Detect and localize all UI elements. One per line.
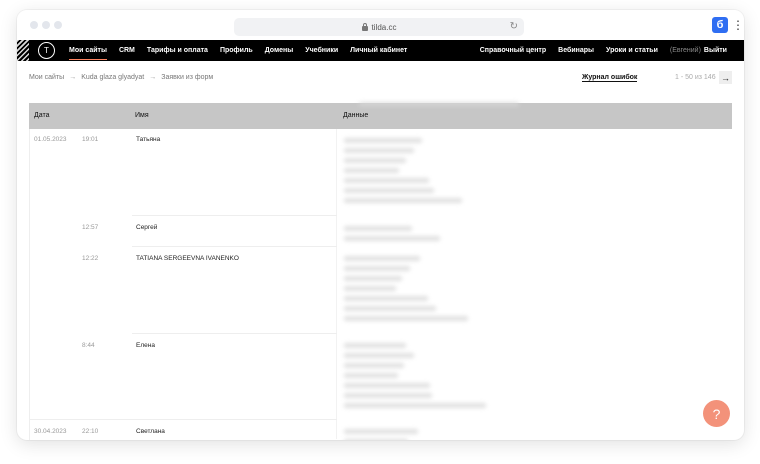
table-row[interactable]: 01.05.2023 19:01 Татьяна (29, 129, 732, 216)
blurred-data (344, 393, 432, 398)
row-date: 01.05.2023 (34, 136, 67, 143)
nav-tutorials[interactable]: Учебники (305, 47, 338, 54)
url-text: tilda.cc (371, 22, 397, 32)
nav-lessons[interactable]: Уроки и статьи (606, 47, 658, 54)
address-bar[interactable]: tilda.cc ↻ (234, 18, 524, 36)
window-minimize-dot[interactable] (42, 21, 50, 29)
extension-icon[interactable]: б (712, 17, 728, 33)
header-date[interactable]: Дата (34, 112, 50, 119)
row-time: 22:10 (82, 428, 99, 435)
blurred-data (344, 236, 440, 241)
tilda-logo[interactable]: T (38, 42, 55, 59)
blurred-data (344, 429, 418, 434)
blurred-data (344, 383, 430, 388)
breadcrumb-site[interactable]: Kuda glaza glyadyat (81, 74, 144, 81)
reload-icon[interactable]: ↻ (510, 21, 518, 32)
row-time: 12:22 (82, 255, 99, 262)
breadcrumb-current: Заявки из форм (161, 74, 214, 81)
next-page-button[interactable]: → (719, 71, 732, 84)
blurred-data (344, 316, 468, 321)
row-time: 19:01 (82, 136, 99, 143)
nav-my-sites[interactable]: Мои сайты (69, 47, 107, 60)
table-row[interactable]: 30.04.2023 22:10 Светлана (29, 420, 732, 440)
blurred-data (344, 148, 414, 153)
blurred-data (344, 353, 414, 358)
row-time: 12:57 (82, 224, 99, 231)
blurred-data (344, 343, 406, 348)
blurred-data (344, 439, 408, 440)
blurred-data (344, 256, 420, 261)
logout-label: Выйти (703, 47, 727, 54)
table-row[interactable]: 12:57 Сергей (29, 216, 732, 247)
nav-webinars[interactable]: Вебинары (558, 47, 594, 54)
row-name: Сергей (136, 224, 158, 231)
nav-tariffs[interactable]: Тарифы и оплата (147, 47, 208, 54)
blurred-data (344, 306, 436, 311)
blurred-data (344, 286, 396, 291)
nav-domains[interactable]: Домены (265, 47, 294, 54)
row-date: 30.04.2023 (34, 428, 67, 435)
nav-left-group: Мои сайты CRM Тарифы и оплата Профиль До… (69, 40, 407, 61)
blurred-data (344, 296, 428, 301)
leads-table: Дата Имя Данные 01.05.2023 19:01 Татьяна (29, 102, 732, 440)
blurred-data (344, 403, 486, 408)
blurred-data (344, 178, 429, 183)
browser-window: tilda.cc ↻ б ⋮ T Мои сайты CRM Тарифы и … (17, 10, 744, 440)
browser-chrome: tilda.cc ↻ б ⋮ (17, 10, 744, 40)
blurred-data (344, 373, 398, 378)
user-name: (Евгений) (669, 47, 701, 54)
nav-user-logout[interactable]: (Евгений) Выйти (670, 47, 727, 54)
table-header: Дата Имя Данные (29, 102, 732, 129)
breadcrumb-my-sites[interactable]: Мои сайты (29, 74, 64, 81)
row-name: Елена (136, 342, 155, 349)
lock-icon (361, 22, 368, 31)
header-name[interactable]: Имя (135, 112, 149, 119)
zigzag-decoration (17, 40, 29, 61)
blurred-data (344, 276, 402, 281)
browser-menu-icon[interactable]: ⋮ (732, 16, 744, 34)
nav-right-group: Справочный центр Вебинары Уроки и статьи… (480, 40, 727, 61)
nav-profile[interactable]: Профиль (220, 47, 253, 54)
pagination-text: 1 - 50 из 146 (675, 74, 716, 81)
breadcrumb-arrow-icon: → (149, 74, 157, 81)
row-name: TATIANA SERGEEVNA IVANENKO (136, 255, 239, 262)
blurred-data (344, 138, 422, 143)
blurred-data (344, 226, 412, 231)
nav-crm[interactable]: CRM (119, 47, 135, 54)
nav-help-center[interactable]: Справочный центр (480, 47, 546, 54)
table-row[interactable]: 12:22 TATIANA SERGEEVNA IVANENKO (29, 247, 732, 334)
nav-personal-account[interactable]: Личный кабинет (350, 47, 407, 54)
blurred-data (344, 158, 406, 163)
window-zoom-dot[interactable] (54, 21, 62, 29)
row-time: 8:44 (82, 342, 95, 349)
row-name: Светлана (136, 428, 165, 435)
row-name: Татьяна (136, 136, 161, 143)
blurred-data (344, 198, 462, 203)
table-row[interactable]: 8:44 Елена (29, 334, 732, 420)
blurred-data (359, 102, 519, 106)
blurred-data (344, 188, 434, 193)
breadcrumb: Мои сайты → Kuda glaza glyadyat → Заявки… (29, 74, 213, 81)
window-close-dot[interactable] (30, 21, 38, 29)
breadcrumb-arrow-icon: → (69, 74, 77, 81)
blurred-data (344, 266, 410, 271)
blurred-data (344, 363, 404, 368)
error-log-link[interactable]: Журнал ошибок (582, 74, 638, 82)
blurred-data (344, 168, 399, 173)
header-data[interactable]: Данные (343, 112, 368, 119)
help-button[interactable]: ? (703, 400, 730, 427)
top-navigation: T Мои сайты CRM Тарифы и оплата Профиль … (17, 40, 744, 61)
